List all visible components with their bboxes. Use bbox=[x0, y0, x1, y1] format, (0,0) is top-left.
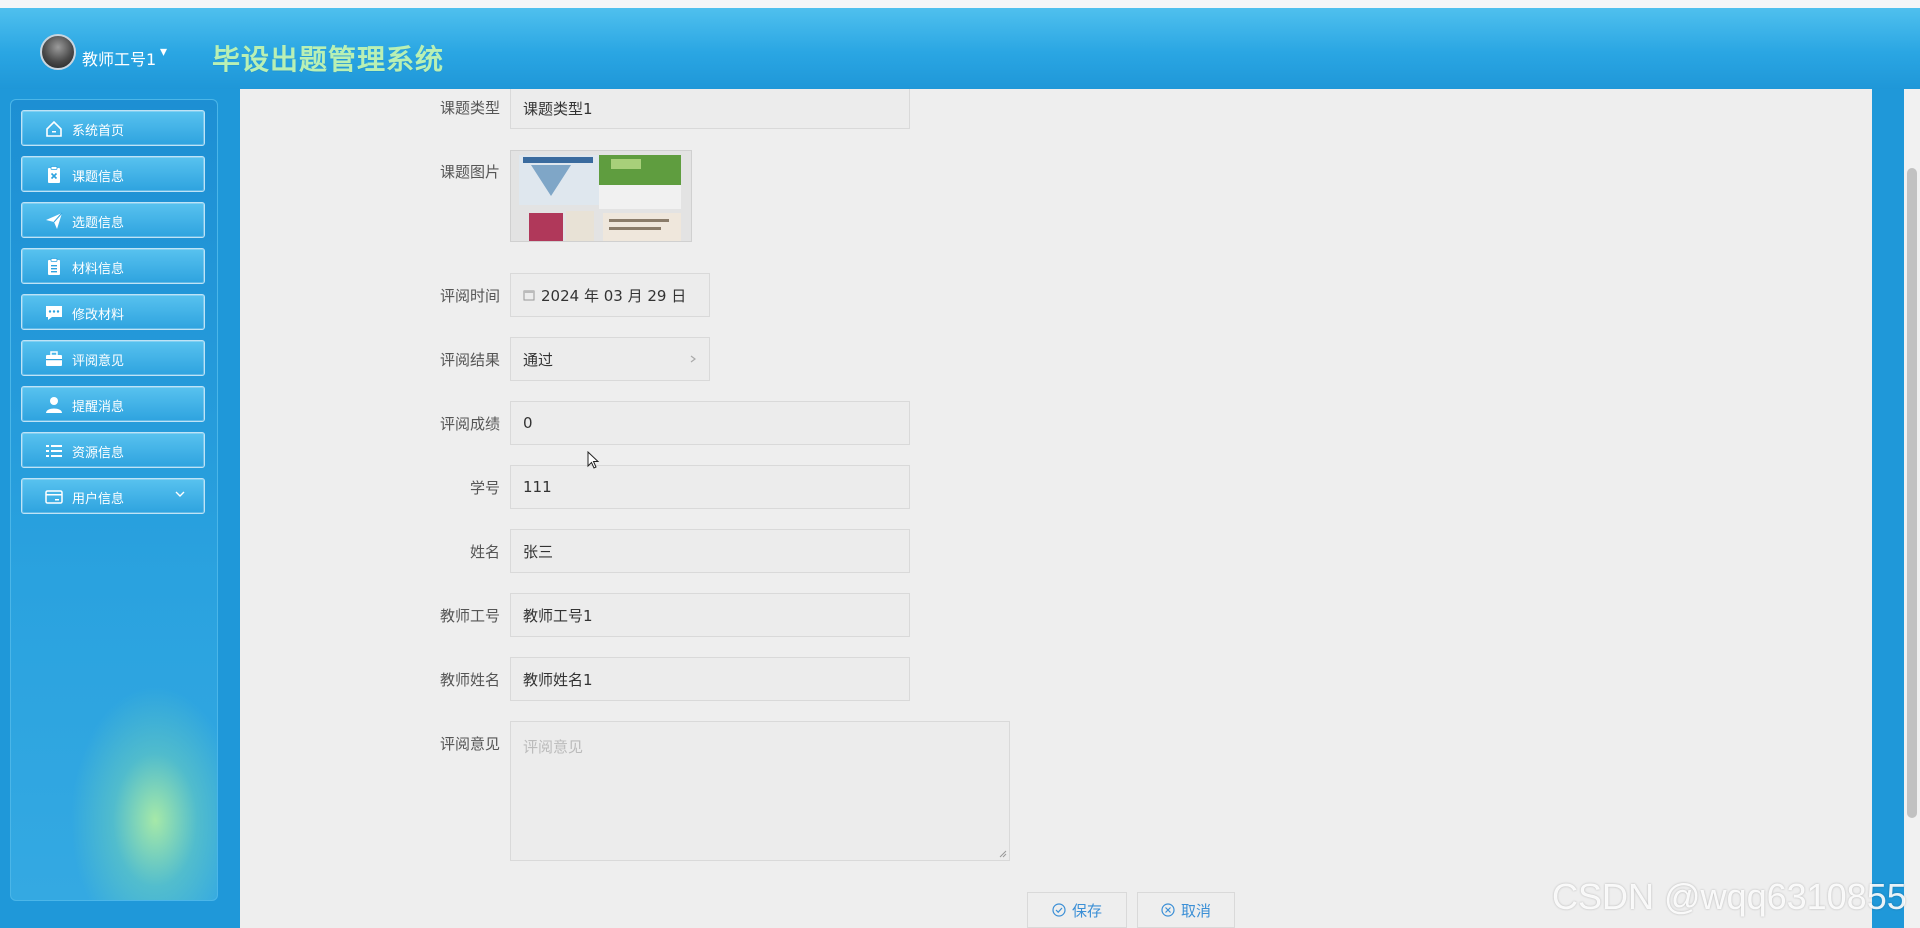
scrollbar-thumb[interactable] bbox=[1907, 168, 1917, 818]
teacher-id-input[interactable]: 教师工号1 bbox=[510, 593, 910, 637]
clipboard-icon bbox=[48, 258, 60, 275]
topic-type-label: 课题类型 bbox=[439, 99, 500, 117]
sidebar-item-label: 资源信息 bbox=[72, 446, 125, 461]
topic-image[interactable] bbox=[510, 150, 692, 242]
sidebar-item-selection[interactable]: 选题信息 bbox=[21, 202, 205, 238]
review-result-label: 评阅结果 bbox=[439, 351, 500, 369]
topic-image-thumbnail bbox=[511, 151, 691, 241]
teacher-name-value: 教师姓名1 bbox=[523, 670, 593, 689]
sidebar-item-resources[interactable]: 资源信息 bbox=[21, 432, 205, 468]
app-title: 毕设出题管理系统 bbox=[212, 43, 445, 76]
name-input[interactable]: 张三 bbox=[510, 529, 910, 573]
review-time-label: 评阅时间 bbox=[439, 287, 500, 305]
card-icon bbox=[45, 490, 63, 504]
user-avatar[interactable] bbox=[40, 34, 76, 70]
chevron-down-icon bbox=[175, 491, 185, 497]
clipboard-x-icon bbox=[48, 166, 60, 183]
teacher-name-input[interactable]: 教师姓名1 bbox=[510, 657, 910, 701]
cancel-button[interactable]: 取消 bbox=[1137, 892, 1235, 928]
sidebar-item-edit-materials[interactable]: 修改材料 bbox=[21, 294, 205, 330]
review-score-label: 评阅成绩 bbox=[439, 415, 500, 433]
resize-handle-icon[interactable] bbox=[997, 848, 1007, 858]
sidebar: 系统首页 课题信息 选题信息 材料信息 修改材料 评阅意见 提醒消息 资源信息 … bbox=[10, 99, 218, 901]
review-time-value: 2024 年 03 月 29 日 bbox=[541, 286, 687, 305]
topic-type-field[interactable]: 课题类型1 bbox=[510, 89, 910, 129]
sidebar-item-topics[interactable]: 课题信息 bbox=[21, 156, 205, 192]
teacher-id-value: 教师工号1 bbox=[523, 606, 593, 625]
student-id-label: 学号 bbox=[469, 479, 500, 497]
review-comment-label: 评阅意见 bbox=[439, 735, 500, 753]
chevron-right-icon bbox=[690, 355, 696, 363]
review-time-date-picker[interactable]: 2024 年 03 月 29 日 bbox=[510, 273, 710, 317]
user-name[interactable]: 教师工号1 bbox=[82, 46, 156, 70]
name-value: 张三 bbox=[523, 542, 554, 561]
review-comment-placeholder: 评阅意见 bbox=[523, 738, 584, 756]
save-button-label: 保存 bbox=[1071, 901, 1102, 920]
name-label: 姓名 bbox=[469, 543, 500, 561]
mouse-cursor-icon bbox=[587, 451, 600, 469]
app-header: 教师工号1 ▾ 毕设出题管理系统 bbox=[0, 8, 1920, 91]
review-result-select[interactable]: 通过 bbox=[510, 337, 710, 381]
calendar-icon bbox=[523, 290, 535, 301]
window-top-edge bbox=[0, 0, 1920, 8]
sidebar-item-label: 提醒消息 bbox=[72, 400, 125, 415]
review-result-value: 通过 bbox=[523, 350, 554, 369]
home-icon bbox=[46, 120, 62, 137]
topic-image-label: 课题图片 bbox=[439, 163, 500, 181]
user-icon bbox=[46, 397, 62, 413]
briefcase-icon bbox=[46, 351, 62, 366]
sidebar-item-label: 课题信息 bbox=[72, 170, 125, 185]
teacher-name-label: 教师姓名 bbox=[439, 671, 500, 689]
sidebar-item-review-comments[interactable]: 评阅意见 bbox=[21, 340, 205, 376]
sidebar-item-materials[interactable]: 材料信息 bbox=[21, 248, 205, 284]
list-icon bbox=[46, 445, 62, 457]
sidebar-item-user-info[interactable]: 用户信息 bbox=[21, 478, 205, 514]
sidebar-item-home[interactable]: 系统首页 bbox=[21, 110, 205, 146]
sidebar-item-label: 评阅意见 bbox=[72, 354, 125, 369]
sidebar-item-label: 材料信息 bbox=[72, 262, 125, 277]
sidebar-item-label: 选题信息 bbox=[72, 216, 125, 231]
review-score-input[interactable]: 0 bbox=[510, 401, 910, 445]
sidebar-item-label: 修改材料 bbox=[72, 308, 125, 323]
teacher-id-label: 教师工号 bbox=[439, 607, 500, 625]
watermark: CSDN @wqq6310855 bbox=[1552, 876, 1907, 917]
right-blue-strip bbox=[1872, 89, 1904, 928]
check-circle-icon bbox=[1052, 903, 1066, 917]
chat-icon bbox=[46, 306, 62, 320]
review-comment-textarea[interactable]: 评阅意见 bbox=[510, 721, 1010, 861]
save-button[interactable]: 保存 bbox=[1027, 892, 1127, 928]
topic-type-value: 课题类型1 bbox=[523, 100, 593, 118]
cancel-button-label: 取消 bbox=[1180, 901, 1211, 920]
sidebar-item-label: 用户信息 bbox=[72, 492, 125, 507]
review-score-value: 0 bbox=[523, 414, 533, 432]
student-id-value: 111 bbox=[523, 478, 552, 496]
sidebar-item-reminders[interactable]: 提醒消息 bbox=[21, 386, 205, 422]
user-dropdown-caret-icon[interactable]: ▾ bbox=[160, 44, 167, 60]
send-icon bbox=[46, 212, 63, 229]
main-content bbox=[240, 89, 1872, 928]
sidebar-item-label: 系统首页 bbox=[72, 124, 125, 139]
sidebar-container: 系统首页 课题信息 选题信息 材料信息 修改材料 评阅意见 提醒消息 资源信息 … bbox=[0, 89, 240, 928]
student-id-input[interactable]: 111 bbox=[510, 465, 910, 509]
close-circle-icon bbox=[1161, 903, 1175, 917]
